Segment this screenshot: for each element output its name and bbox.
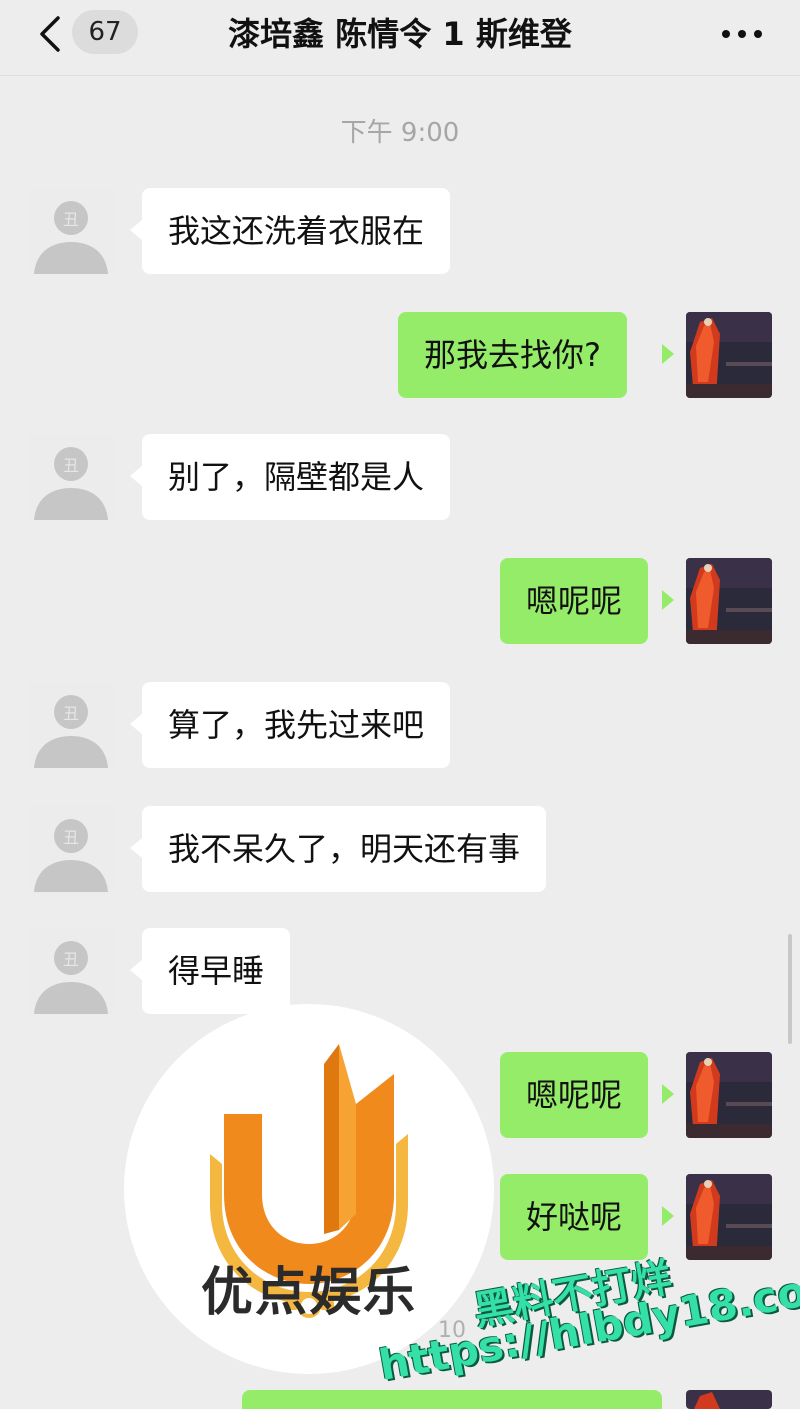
my-avatar[interactable] (686, 1174, 772, 1260)
message-bubble-outgoing[interactable] (242, 1390, 662, 1409)
bubble-tail (662, 1206, 674, 1226)
bubble-tail (662, 590, 674, 610)
user-photo-avatar (686, 1174, 772, 1260)
bubble-tail (662, 344, 674, 364)
message-bubble-outgoing[interactable]: 嗯呢呢 (500, 1052, 649, 1138)
bubble-tail (130, 960, 142, 980)
contact-avatar[interactable]: 丑 (28, 682, 114, 768)
timestamp: 下午 9:00 (340, 118, 460, 148)
message-bubble-outgoing[interactable]: 好哒呢 (500, 1174, 649, 1260)
svg-text:丑: 丑 (63, 210, 79, 229)
contact-avatar[interactable]: 丑 (28, 928, 114, 1014)
more-button[interactable] (716, 16, 768, 52)
bubble-tail (130, 714, 142, 734)
contact-avatar[interactable]: 丑 (28, 434, 114, 520)
chat-title: 漆培鑫 陈情令 1 斯维登 (228, 15, 572, 53)
bubble-tail (130, 838, 142, 858)
back-button[interactable] (34, 14, 68, 54)
default-avatar-icon: 丑 (28, 682, 114, 768)
default-avatar-icon: 丑 (28, 928, 114, 1014)
bubble-tail (130, 466, 142, 486)
message-bubble-incoming[interactable]: 别了，隔壁都是人 (142, 434, 451, 520)
message-bubble-incoming[interactable]: 我不呆久了，明天还有事 (142, 806, 547, 892)
contact-avatar[interactable]: 丑 (28, 188, 114, 274)
bubble-tail (130, 220, 142, 240)
user-photo-avatar (686, 558, 772, 644)
brand-logo-text: 优点娱乐 (200, 1263, 417, 1323)
chat-header: 67 漆培鑫 陈情令 1 斯维登 (0, 0, 800, 76)
svg-text:丑: 丑 (63, 456, 79, 475)
default-avatar-icon: 丑 (28, 188, 114, 274)
bubble-tail (662, 1084, 674, 1104)
default-avatar-icon: 丑 (28, 806, 114, 892)
svg-text:丑: 丑 (63, 704, 79, 723)
contact-avatar[interactable]: 丑 (28, 806, 114, 892)
message-bubble-incoming[interactable]: 我这还洗着衣服在 (142, 188, 451, 274)
svg-text:丑: 丑 (63, 950, 79, 969)
default-avatar-icon: 丑 (28, 434, 114, 520)
user-photo-avatar (686, 312, 772, 398)
scrollbar[interactable] (788, 934, 792, 1044)
my-avatar[interactable] (686, 1390, 772, 1409)
my-avatar[interactable] (686, 1052, 772, 1138)
message-bubble-incoming[interactable]: 得早睡 (142, 928, 291, 1014)
message-bubble-outgoing[interactable]: 那我去找你? (398, 312, 627, 398)
chevron-left-icon (40, 16, 60, 52)
message-bubble-incoming[interactable]: 算了，我先过来吧 (142, 682, 451, 768)
message-bubble-outgoing[interactable]: 嗯呢呢 (500, 558, 649, 644)
svg-text:丑: 丑 (63, 828, 79, 847)
user-photo-avatar (686, 1052, 772, 1138)
more-dots-icon (722, 30, 762, 38)
user-photo-avatar (686, 1390, 772, 1409)
my-avatar[interactable] (686, 312, 772, 398)
unread-count-badge[interactable]: 67 (72, 10, 138, 54)
my-avatar[interactable] (686, 558, 772, 644)
